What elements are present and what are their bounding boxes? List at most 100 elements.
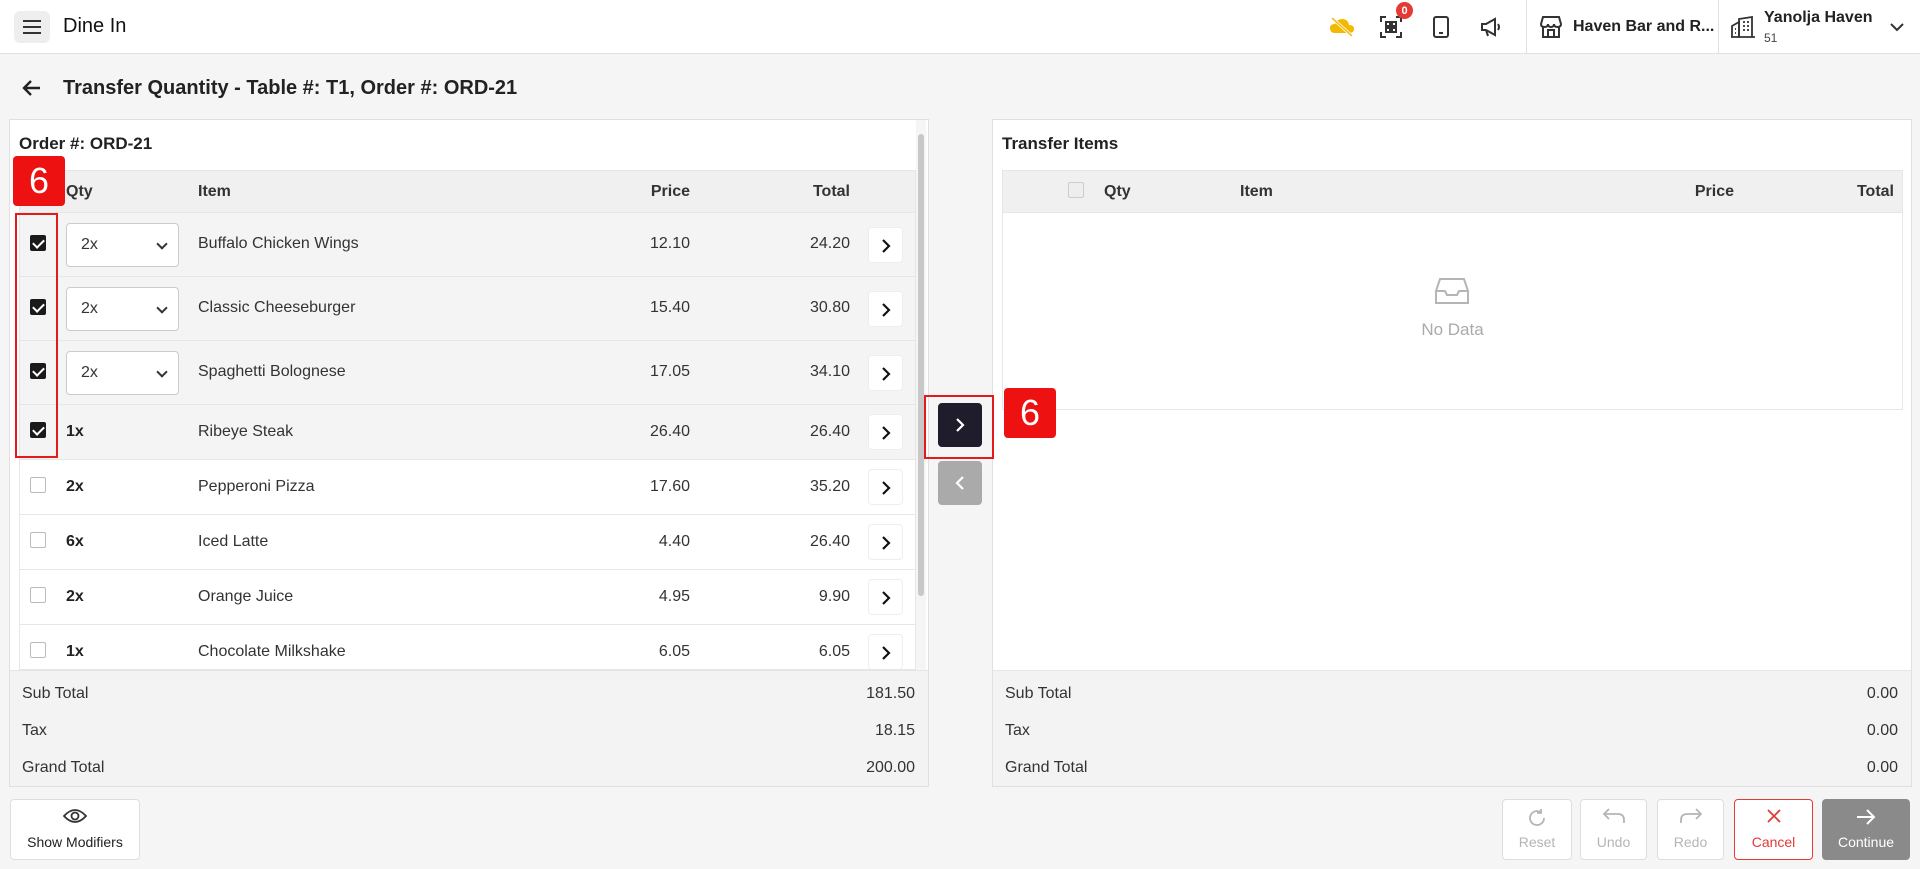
table-row[interactable]: 1x Chocolate Milkshake 6.05 6.05 (20, 625, 915, 669)
show-modifiers-label: Show Modifiers (27, 834, 123, 850)
chevron-right-icon (882, 646, 891, 660)
scrollbar-thumb[interactable] (918, 134, 924, 596)
column-header-qty: Qty (66, 183, 93, 200)
transfer-totals: Sub Total 0.00 Tax 0.00 Grand Total 0.00 (993, 670, 1911, 786)
table-row[interactable]: 2x Buffalo Chicken Wings 12.10 24.20 (20, 213, 915, 277)
item-name: Iced Latte (198, 533, 269, 550)
column-header-qty: Qty (1104, 183, 1131, 200)
chevron-right-icon (882, 481, 891, 495)
item-total: 9.90 (818, 588, 850, 605)
divider (1718, 0, 1719, 54)
column-header-price: Price (650, 183, 690, 200)
table-row[interactable]: 2x Pepperoni Pizza 17.60 35.20 (20, 460, 915, 515)
reset-label: Reset (1518, 834, 1556, 850)
user-subtitle: 51 (1764, 31, 1778, 45)
table-header: Qty Item Price Total (1003, 171, 1902, 213)
row-checkbox[interactable] (30, 477, 46, 493)
close-icon (1735, 808, 1812, 824)
move-item-button[interactable] (868, 634, 903, 669)
quantity-select[interactable]: 2x (66, 223, 179, 267)
table-row[interactable]: 2x Spaghetti Bolognese 17.05 34.10 (20, 341, 915, 405)
chevron-right-icon (882, 367, 891, 381)
highlight-transfer-button (924, 395, 994, 459)
order-panel-title: Order #: ORD-21 (19, 134, 153, 153)
table-row[interactable]: 6x Iced Latte 4.40 26.40 (20, 515, 915, 570)
table-row[interactable]: 2x Classic Cheeseburger 15.40 30.80 (20, 277, 915, 341)
table-row[interactable]: 2x Orange Juice 4.95 9.90 (20, 570, 915, 625)
redo-label: Redo (1673, 834, 1708, 850)
column-header-price: Price (1694, 183, 1734, 200)
megaphone-icon[interactable] (1477, 13, 1505, 41)
building-icon (1729, 13, 1757, 41)
empty-state-text: No Data (1421, 320, 1484, 339)
item-name: Pepperoni Pizza (198, 478, 315, 495)
app-title: Dine In (63, 15, 127, 37)
move-item-button[interactable] (868, 469, 903, 505)
sub-total-label: Sub Total (1005, 685, 1072, 702)
sub-total-value: 0.00 (1866, 685, 1898, 702)
item-price: 12.10 (649, 235, 690, 252)
continue-button[interactable]: Continue (1822, 799, 1910, 860)
item-price: 6.05 (658, 643, 690, 660)
chevron-left-icon (955, 476, 964, 490)
reset-icon (1503, 808, 1571, 828)
menu-icon[interactable] (14, 11, 50, 43)
chevron-right-icon (882, 591, 891, 605)
item-total: 30.80 (809, 299, 850, 316)
item-total: 35.20 (809, 478, 850, 495)
undo-button[interactable]: Undo (1580, 799, 1647, 860)
transfer-left-button[interactable] (938, 461, 982, 505)
grand-total-label: Grand Total (22, 759, 105, 776)
user-name[interactable]: Yanolja Haven (1764, 9, 1873, 27)
item-name: Spaghetti Bolognese (198, 363, 346, 380)
chevron-down-icon (156, 302, 168, 314)
item-name: Classic Cheeseburger (198, 299, 356, 316)
item-name: Buffalo Chicken Wings (198, 235, 359, 252)
chevron-right-icon (882, 426, 891, 440)
arrow-right-icon (1823, 808, 1909, 826)
tablet-icon[interactable] (1427, 13, 1455, 41)
column-header-total: Total (812, 183, 850, 200)
item-price: 4.95 (658, 588, 690, 605)
move-item-button[interactable] (868, 579, 903, 615)
item-price: 26.40 (649, 423, 690, 440)
cancel-button[interactable]: Cancel (1734, 799, 1813, 860)
move-item-button[interactable] (868, 524, 903, 560)
quantity-select[interactable]: 2x (66, 351, 179, 395)
row-checkbox[interactable] (30, 642, 46, 658)
item-price: 15.40 (649, 299, 690, 316)
row-checkbox[interactable] (30, 587, 46, 603)
quantity-select[interactable]: 2x (66, 287, 179, 331)
step-badge-left: 6 (13, 156, 65, 206)
item-name: Ribeye Steak (198, 423, 294, 440)
store-selector[interactable]: Haven Bar and R... (1573, 18, 1714, 36)
cloud-off-icon[interactable] (1328, 13, 1356, 41)
move-item-button[interactable] (868, 414, 903, 450)
reset-button[interactable]: Reset (1502, 799, 1572, 860)
redo-button[interactable]: Redo (1657, 799, 1724, 860)
chevron-down-icon[interactable] (1883, 13, 1911, 41)
move-item-button[interactable] (868, 291, 903, 327)
sub-total-label: Sub Total (22, 685, 89, 702)
inbox-icon (1435, 277, 1469, 310)
column-header-item: Item (1240, 183, 1273, 200)
notification-badge: 0 (1396, 2, 1413, 19)
qr-code-icon[interactable]: 0 (1377, 2, 1413, 41)
eye-icon (11, 808, 139, 824)
sub-total-value: 181.50 (866, 685, 915, 702)
continue-label: Continue (1837, 834, 1895, 850)
quantity-value: 2x (81, 236, 98, 253)
table-row[interactable]: 1x Ribeye Steak 26.40 26.40 (20, 405, 915, 460)
back-arrow-icon[interactable] (20, 76, 44, 100)
move-item-button[interactable] (868, 227, 903, 263)
order-totals: Sub Total 181.50 Tax 18.15 Grand Total 2… (10, 670, 928, 786)
order-panel: Order #: ORD-21 Qty Item Price Total 2x … (9, 119, 929, 787)
move-item-button[interactable] (868, 355, 903, 391)
select-all-checkbox[interactable] (1068, 182, 1084, 198)
show-modifiers-button[interactable]: Show Modifiers (10, 799, 140, 860)
item-total: 24.20 (809, 235, 850, 252)
quantity-value: 6x (66, 533, 84, 550)
item-total: 26.40 (809, 533, 850, 550)
row-checkbox[interactable] (30, 532, 46, 548)
grand-total-value: 200.00 (866, 759, 915, 776)
